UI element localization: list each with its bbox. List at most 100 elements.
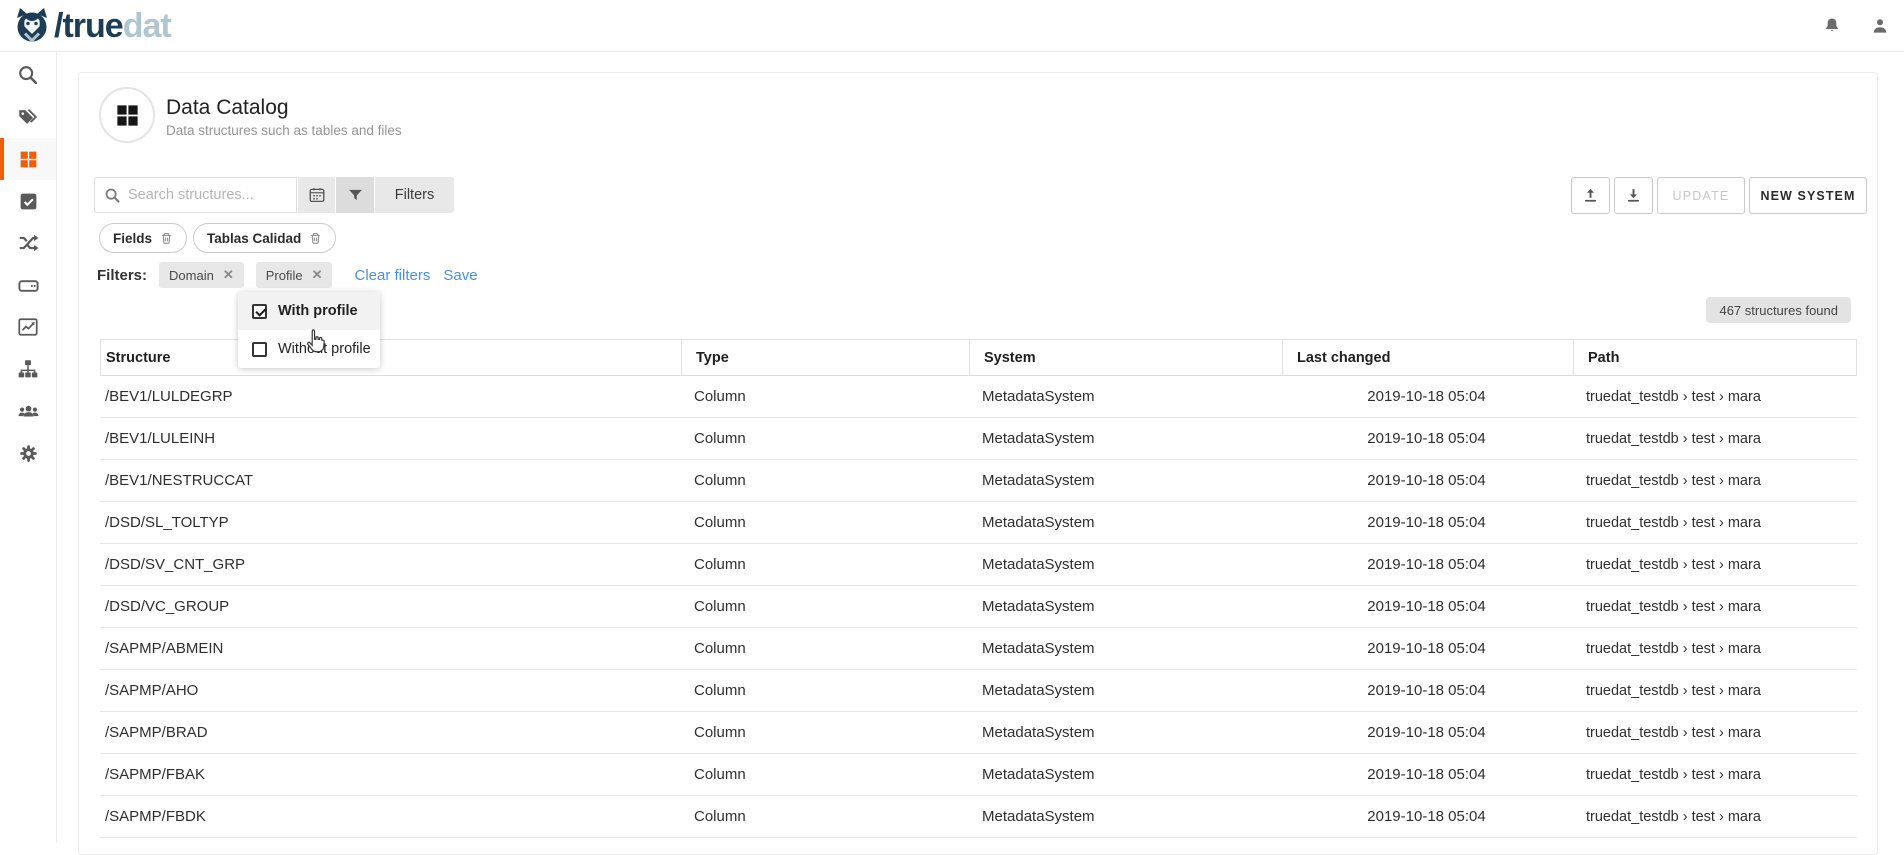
- tags-icon: [17, 106, 39, 128]
- dropdown-option[interactable]: Without profile: [238, 330, 380, 368]
- cell-type: Column: [680, 682, 968, 699]
- cell-structure[interactable]: /SAPMP/FBAK: [100, 766, 680, 783]
- save-filters-link[interactable]: Save: [443, 267, 477, 284]
- results-count-badge: 467 structures found: [1706, 297, 1851, 323]
- owl-logo-icon: [12, 6, 52, 46]
- cell-last-changed: 2019-10-18 05:04: [1281, 514, 1572, 531]
- sidebar-item-systems[interactable]: [0, 264, 56, 306]
- sidebar-item-insights[interactable]: [0, 306, 56, 348]
- update-button[interactable]: UPDATE: [1657, 177, 1745, 214]
- checkbox[interactable]: [252, 342, 267, 357]
- trash-icon[interactable]: [309, 231, 322, 245]
- filters-button[interactable]: Filters: [375, 177, 454, 213]
- clear-filters-link[interactable]: Clear filters: [354, 267, 430, 284]
- table-row[interactable]: /SAPMP/ABMEIN Column MetadataSystem 2019…: [100, 628, 1857, 670]
- table-row[interactable]: /DSD/VC_GROUP Column MetadataSystem 2019…: [100, 586, 1857, 628]
- table-row[interactable]: /SAPMP/FBDK Column MetadataSystem 2019-1…: [100, 796, 1857, 838]
- filter-toggle-button[interactable]: [336, 177, 374, 213]
- saved-filter-pill[interactable]: Fields: [99, 223, 187, 253]
- sidebar-item-tags[interactable]: [0, 96, 56, 138]
- cell-structure[interactable]: /SAPMP/AHO: [100, 682, 680, 699]
- cell-structure[interactable]: /DSD/SL_TOLTYP: [100, 514, 680, 531]
- actions-toolbar: UPDATE NEW SYSTEM: [1571, 177, 1867, 214]
- table-row[interactable]: /SAPMP/FBAK Column MetadataSystem 2019-1…: [100, 754, 1857, 796]
- sidebar-item-taxonomy[interactable]: [0, 348, 56, 390]
- cell-last-changed: 2019-10-18 05:04: [1281, 682, 1572, 699]
- search-icon: [104, 187, 121, 204]
- table-row[interactable]: /BEV1/LULEINH Column MetadataSystem 2019…: [100, 418, 1857, 460]
- column-header-structure[interactable]: Structure: [101, 340, 681, 375]
- sidebar-item-lineage[interactable]: [0, 222, 56, 264]
- cell-type: Column: [680, 514, 968, 531]
- new-system-button[interactable]: NEW SYSTEM: [1749, 177, 1867, 214]
- upload-button[interactable]: [1571, 177, 1610, 214]
- sidebar-item-users[interactable]: [0, 390, 56, 432]
- remove-filter-icon[interactable]: ✕: [312, 267, 323, 283]
- user-icon[interactable]: [1856, 16, 1904, 36]
- cell-system: MetadataSystem: [968, 556, 1281, 573]
- cell-structure[interactable]: /SAPMP/ABMEIN: [100, 640, 680, 657]
- upload-icon: [1581, 186, 1600, 205]
- cell-last-changed: 2019-10-18 05:04: [1281, 598, 1572, 615]
- table-row[interactable]: /DSD/SV_CNT_GRP Column MetadataSystem 20…: [100, 544, 1857, 586]
- bell-icon[interactable]: [1808, 16, 1856, 36]
- cell-path: truedat_testdb › test › mara: [1572, 683, 1857, 699]
- page-title: Data Catalog: [166, 96, 289, 120]
- dropdown-option[interactable]: With profile: [238, 292, 380, 330]
- cell-system: MetadataSystem: [968, 724, 1281, 741]
- trash-icon[interactable]: [160, 231, 173, 245]
- structures-table: Structure Type System Last changed Path …: [100, 339, 1857, 838]
- cell-structure[interactable]: /SAPMP/BRAD: [100, 724, 680, 741]
- cell-last-changed: 2019-10-18 05:04: [1281, 556, 1572, 573]
- saved-filter-pill[interactable]: Tablas Calidad: [193, 223, 336, 253]
- cell-structure[interactable]: /SAPMP/FBDK: [100, 808, 680, 825]
- table-row[interactable]: /BEV1/NESTRUCCAT Column MetadataSystem 2…: [100, 460, 1857, 502]
- table-row[interactable]: /DSD/SL_TOLTYP Column MetadataSystem 201…: [100, 502, 1857, 544]
- cell-system: MetadataSystem: [968, 640, 1281, 657]
- column-header-path[interactable]: Path: [1573, 340, 1856, 375]
- sidebar-item-search[interactable]: [0, 54, 56, 96]
- truedat-logo[interactable]: /truedat: [12, 6, 171, 46]
- cell-path: truedat_testdb › test › mara: [1572, 725, 1857, 741]
- cell-structure[interactable]: /DSD/SV_CNT_GRP: [100, 556, 680, 573]
- gear-icon: [18, 443, 39, 464]
- cell-structure[interactable]: /BEV1/NESTRUCCAT: [100, 472, 680, 489]
- sidebar-item-settings[interactable]: [0, 432, 56, 474]
- check-square-icon: [18, 191, 39, 212]
- grid-icon: [18, 149, 39, 170]
- cell-last-changed: 2019-10-18 05:04: [1281, 430, 1572, 447]
- cell-system: MetadataSystem: [968, 514, 1281, 531]
- checkbox[interactable]: [252, 304, 267, 319]
- cell-path: truedat_testdb › test › mara: [1572, 809, 1857, 825]
- sidebar-item-data-catalog[interactable]: [0, 138, 56, 180]
- data-catalog-panel: Data Catalog Data structures such as tab…: [78, 72, 1878, 855]
- cell-structure[interactable]: /BEV1/LULEINH: [100, 430, 680, 447]
- grid-icon: [114, 102, 141, 129]
- download-icon: [1624, 186, 1643, 205]
- table-row[interactable]: /BEV1/LULDEGRP Column MetadataSystem 201…: [100, 376, 1857, 418]
- sidebar-item-quality[interactable]: [0, 180, 56, 222]
- cell-structure[interactable]: /DSD/VC_GROUP: [100, 598, 680, 615]
- sitemap-icon: [17, 358, 39, 380]
- table-row[interactable]: /SAPMP/BRAD Column MetadataSystem 2019-1…: [100, 712, 1857, 754]
- column-header-system[interactable]: System: [969, 340, 1282, 375]
- users-icon: [17, 400, 40, 423]
- cell-type: Column: [680, 472, 968, 489]
- column-header-last-changed[interactable]: Last changed: [1282, 340, 1573, 375]
- cell-path: truedat_testdb › test › mara: [1572, 767, 1857, 783]
- table-row[interactable]: /SAPMP/AHO Column MetadataSystem 2019-10…: [100, 670, 1857, 712]
- filter-chip-label: Domain: [169, 268, 214, 283]
- date-filter-button[interactable]: [298, 177, 335, 213]
- filter-chip[interactable]: Domain ✕: [159, 262, 244, 288]
- cell-type: Column: [680, 808, 968, 825]
- cell-last-changed: 2019-10-18 05:04: [1281, 766, 1572, 783]
- cell-path: truedat_testdb › test › mara: [1572, 641, 1857, 657]
- cell-structure[interactable]: /BEV1/LULDEGRP: [100, 388, 680, 405]
- saved-filter-label: Tablas Calidad: [207, 231, 301, 246]
- search-input[interactable]: [128, 187, 288, 203]
- main-content: Data Catalog Data structures such as tab…: [57, 52, 1904, 843]
- download-button[interactable]: [1614, 177, 1653, 214]
- column-header-type[interactable]: Type: [681, 340, 969, 375]
- filter-chip[interactable]: Profile ✕: [256, 262, 333, 288]
- remove-filter-icon[interactable]: ✕: [223, 267, 234, 283]
